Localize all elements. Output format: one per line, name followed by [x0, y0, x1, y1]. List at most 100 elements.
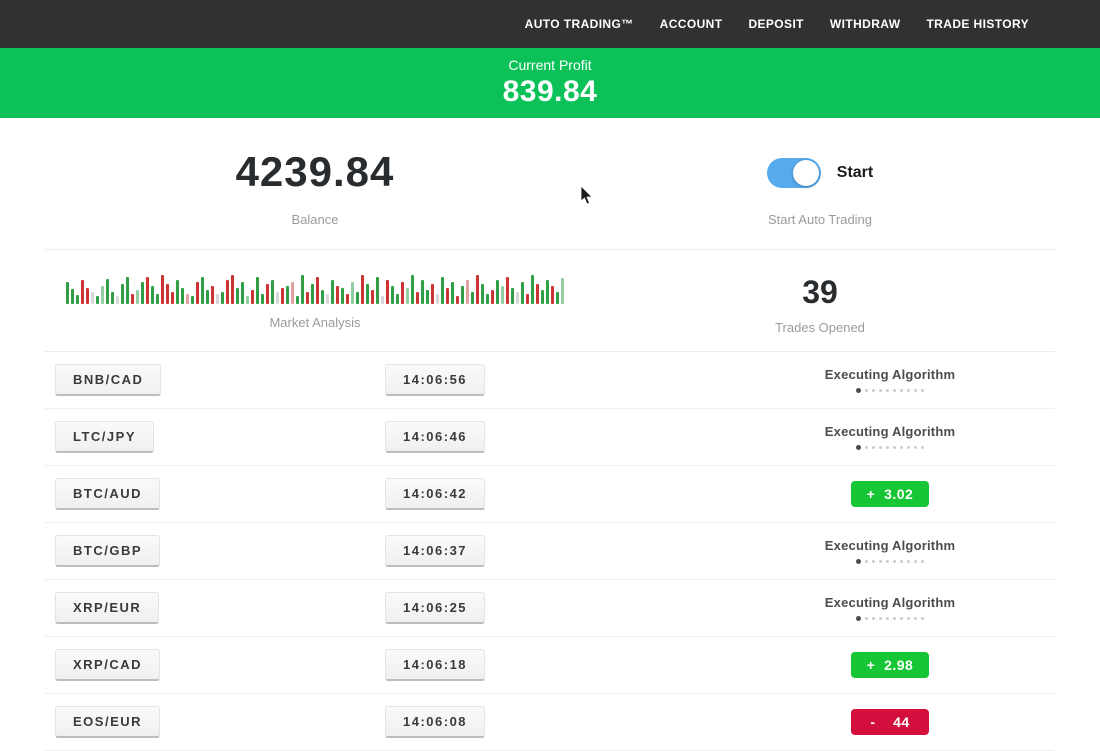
- chart-bar: [256, 277, 259, 304]
- pair-badge: BNB/CAD: [55, 364, 161, 396]
- chart-bar: [546, 280, 549, 304]
- executing-status: Executing Algorithm: [825, 595, 955, 621]
- market-analysis-label: Market Analysis: [269, 315, 360, 330]
- chart-bar: [231, 275, 234, 304]
- progress-dot: [900, 560, 903, 563]
- chart-bar: [161, 275, 164, 304]
- loss-badge: - 44: [851, 709, 929, 735]
- pair-badge: BTC/AUD: [55, 478, 160, 510]
- chart-bar: [171, 292, 174, 304]
- progress-dot: [872, 617, 875, 620]
- chart-bar: [101, 286, 104, 304]
- progress-dot: [900, 389, 903, 392]
- table-row: XRP/EUR14:06:25Executing Algorithm: [45, 580, 1055, 637]
- chart-bar: [501, 286, 504, 304]
- profit-badge: + 3.02: [851, 481, 929, 507]
- chart-bar: [156, 294, 159, 304]
- chart-bar: [266, 284, 269, 304]
- chart-bar: [551, 286, 554, 304]
- chart-bar: [131, 294, 134, 304]
- table-row: BNB/CAD 14:06:56 Executing Algorithm: [45, 352, 1055, 409]
- nav-item-account[interactable]: ACCOUNT: [647, 9, 736, 39]
- chart-bar: [386, 280, 389, 304]
- progress-dot: [856, 388, 861, 393]
- chart-bar: [261, 294, 264, 304]
- chart-bar: [216, 294, 219, 304]
- progress-dot: [893, 617, 896, 620]
- chart-bar: [186, 294, 189, 304]
- chart-bar: [476, 275, 479, 304]
- chart-bar: [531, 275, 534, 304]
- chart-bar: [561, 278, 564, 304]
- chart-bar: [341, 288, 344, 304]
- progress-dot: [914, 389, 917, 392]
- nav-item-deposit[interactable]: DEPOSIT: [735, 9, 816, 39]
- executing-status: Executing Algorithm: [825, 424, 955, 450]
- trades-table: BNB/CAD14:06:56Executing AlgorithmLTC/JP…: [45, 352, 1055, 751]
- chart-bar: [146, 277, 149, 304]
- executing-status: Executing Algorithm: [825, 538, 955, 564]
- chart-bar: [86, 288, 89, 304]
- chart-bar: [116, 296, 119, 304]
- chart-bar: [426, 290, 429, 304]
- chart-bar: [126, 277, 129, 304]
- progress-dot: [886, 446, 889, 449]
- progress-dot: [886, 389, 889, 392]
- chart-bar: [316, 277, 319, 304]
- progress-dot: [865, 446, 868, 449]
- chart-bar: [106, 279, 109, 304]
- time-badge: 14:06:56: [385, 364, 485, 396]
- chart-bar: [306, 292, 309, 304]
- progress-dot: [872, 446, 875, 449]
- progress-dot: [893, 389, 896, 392]
- chart-bar: [481, 284, 484, 304]
- progress-dot: [865, 560, 868, 563]
- chart-bar: [246, 296, 249, 304]
- executing-label: Executing Algorithm: [825, 367, 955, 382]
- chart-bar: [196, 282, 199, 304]
- progress-dot: [879, 560, 882, 563]
- trades-opened-label: Trades Opened: [775, 320, 865, 335]
- chart-bar: [91, 292, 94, 304]
- progress-dot: [865, 617, 868, 620]
- chart-bar: [96, 296, 99, 304]
- chart-bar: [76, 295, 79, 304]
- current-profit-banner: Current Profit 839.84: [0, 48, 1100, 118]
- progress-dot: [907, 389, 910, 392]
- table-row: LTC/JPY14:06:46Executing Algorithm: [45, 409, 1055, 466]
- chart-bar: [211, 286, 214, 304]
- chart-bar: [411, 275, 414, 304]
- executing-status: Executing Algorithm: [825, 367, 955, 393]
- chart-bar: [436, 294, 439, 304]
- table-row: BTC/AUD14:06:42+ 3.02: [45, 466, 1055, 523]
- progress-dot: [886, 560, 889, 563]
- progress-dot: [865, 389, 868, 392]
- chart-bar: [406, 288, 409, 304]
- nav-menu: AUTO TRADING™ACCOUNTDEPOSITWITHDRAWTRADE…: [512, 9, 1042, 39]
- chart-bar: [296, 296, 299, 304]
- table-row: BTC/GBP14:06:37Executing Algorithm: [45, 523, 1055, 580]
- chart-bar: [206, 290, 209, 304]
- progress-dots: [856, 388, 924, 393]
- progress-dot: [856, 616, 861, 621]
- progress-dot: [921, 446, 924, 449]
- progress-dot: [914, 617, 917, 620]
- nav-item-withdraw[interactable]: WITHDRAW: [817, 9, 914, 39]
- pair-badge: BTC/GBP: [55, 535, 160, 567]
- chart-bar: [451, 282, 454, 304]
- current-profit-value: 839.84: [503, 75, 598, 109]
- chart-bar: [311, 284, 314, 304]
- chart-bar: [381, 296, 384, 304]
- chart-bar: [141, 282, 144, 304]
- chart-bar: [71, 289, 74, 304]
- profit-badge: + 2.98: [851, 652, 929, 678]
- auto-trading-toggle[interactable]: [767, 158, 821, 188]
- table-row: EOS/EUR14:06:08- 44: [45, 694, 1055, 751]
- pair-badge: LTC/JPY: [55, 421, 154, 453]
- progress-dots: [856, 559, 924, 564]
- chart-bar: [176, 280, 179, 304]
- nav-item-trade-history[interactable]: TRADE HISTORY: [913, 9, 1042, 39]
- nav-item-auto-trading[interactable]: AUTO TRADING™: [512, 9, 647, 39]
- chart-bar: [441, 277, 444, 304]
- progress-dot: [900, 446, 903, 449]
